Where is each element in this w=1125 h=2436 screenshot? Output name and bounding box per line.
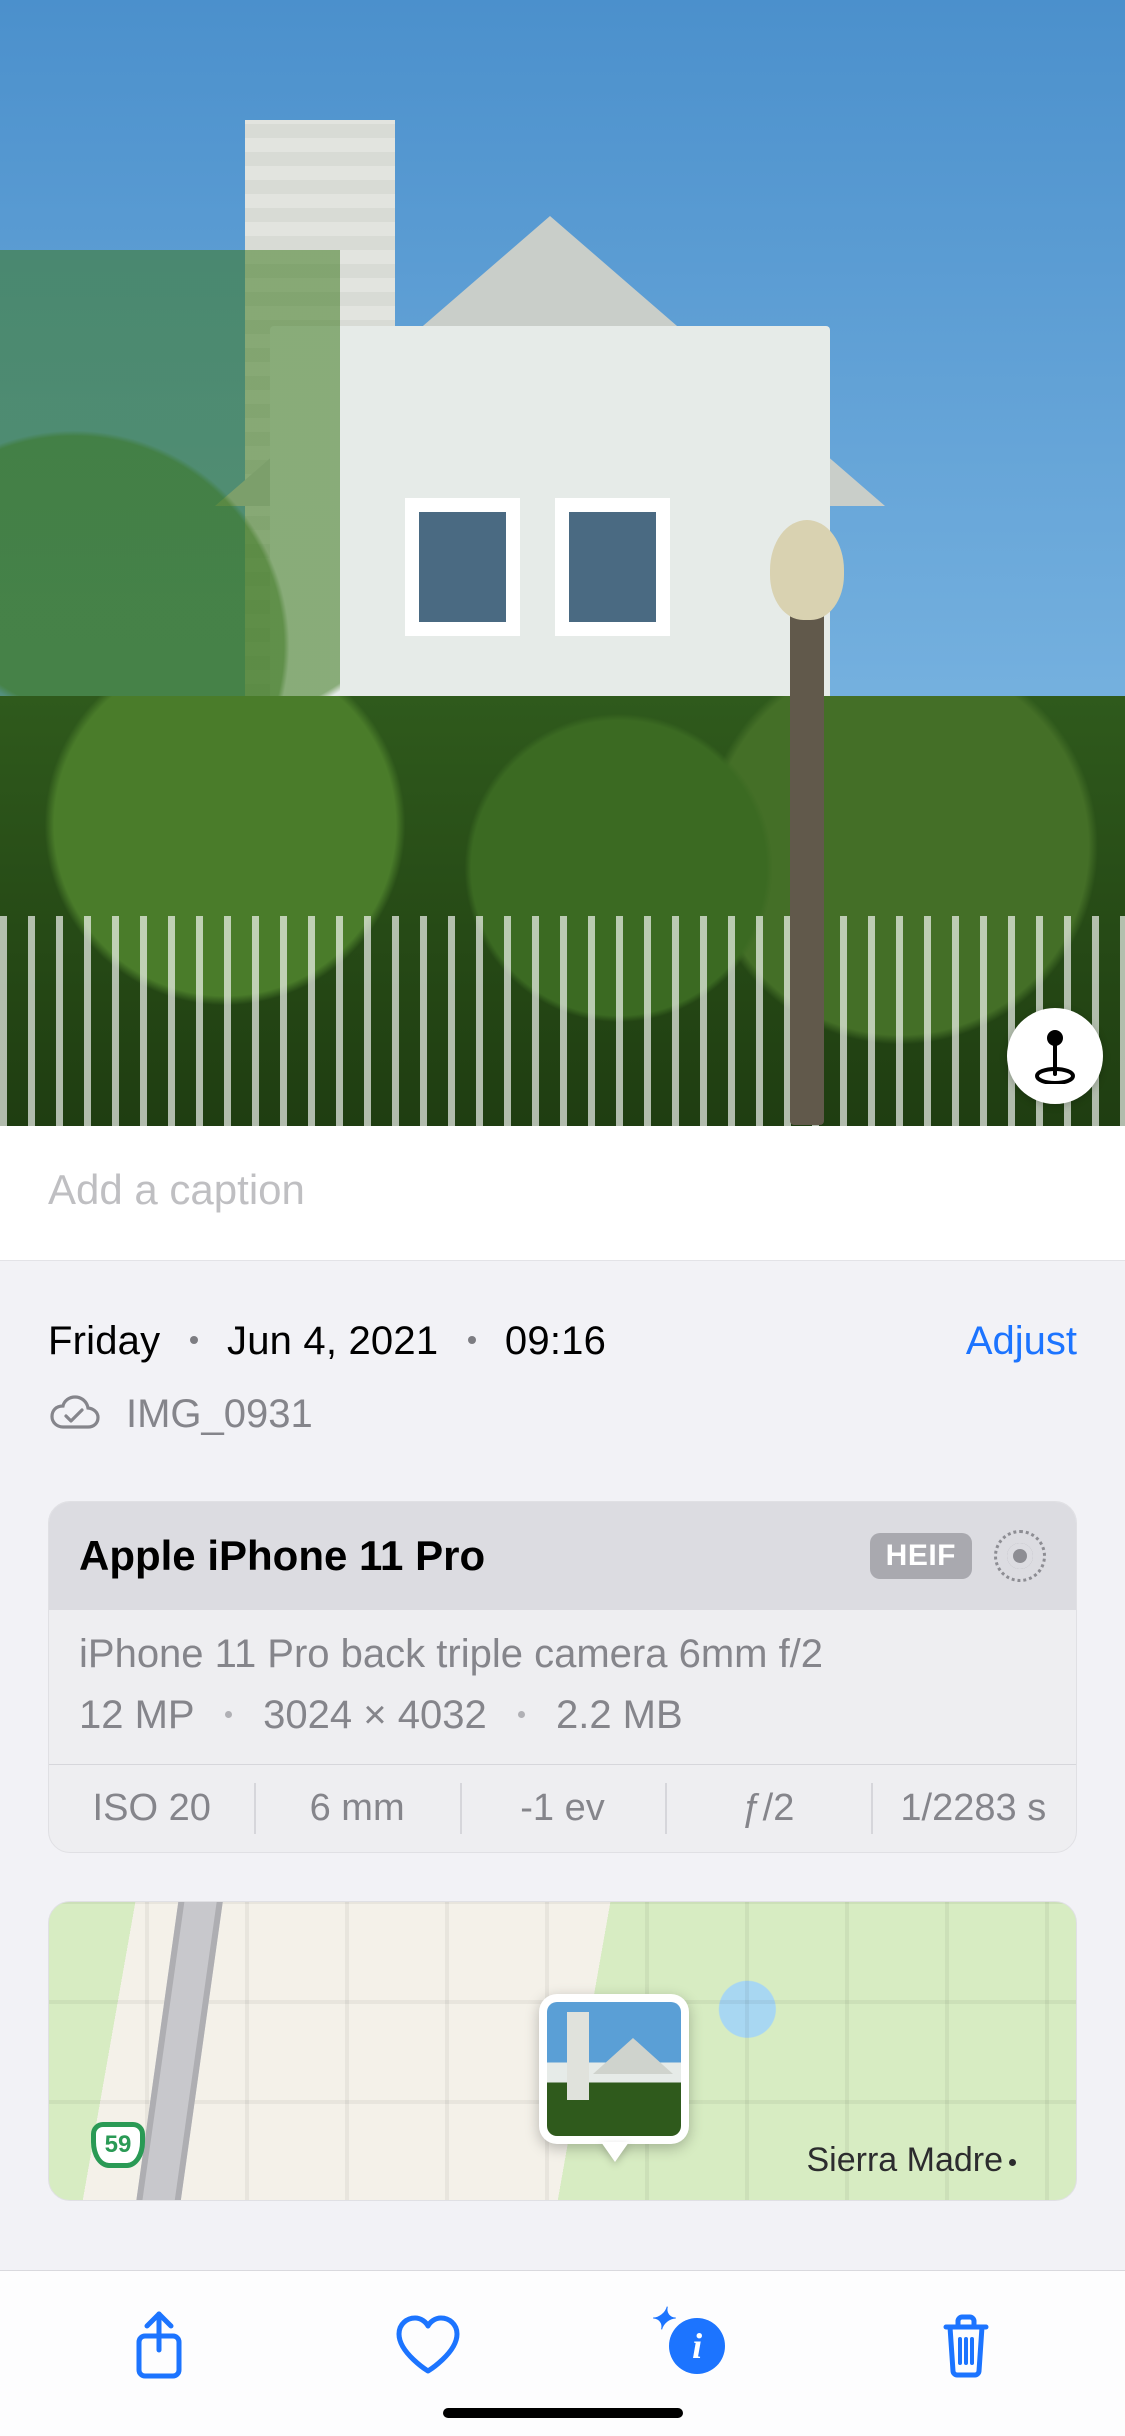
- iso-label: ISO 20: [49, 1765, 254, 1852]
- caption-row: [0, 1126, 1125, 1260]
- lens-icon: [994, 1530, 1046, 1582]
- time-label: 09:16: [505, 1319, 606, 1363]
- photo-preview[interactable]: [0, 0, 1125, 1126]
- info-panel[interactable]: Friday Jun 4, 2021 09:16 Adjust IMG_0931…: [0, 1260, 1125, 2270]
- image-stats: 12 MP 3024 × 4032 2.2 MB: [79, 1693, 1046, 1738]
- date-label: Jun 4, 2021: [227, 1319, 438, 1363]
- photo-window: [405, 498, 520, 636]
- location-map[interactable]: 59 Sierra Madre: [48, 1901, 1077, 2201]
- focal-length-label: 6 mm: [254, 1765, 459, 1852]
- filesize-label: 2.2 MB: [556, 1693, 683, 1737]
- file-name-label: IMG_0931: [126, 1392, 313, 1437]
- map-photo-pin[interactable]: [539, 1994, 689, 2144]
- aperture-label: ƒ/2: [665, 1765, 870, 1852]
- camera-metadata-card: Apple iPhone 11 Pro HEIF iPhone 11 Pro b…: [48, 1501, 1077, 1853]
- separator-dot: [518, 1711, 525, 1718]
- map-place-label: Sierra Madre: [806, 2141, 1016, 2180]
- adjust-button[interactable]: Adjust: [966, 1319, 1077, 1364]
- exposure-bias-label: -1 ev: [460, 1765, 665, 1852]
- map-pin-thumbnail: [547, 2002, 681, 2136]
- datetime-text: Friday Jun 4, 2021 09:16: [48, 1319, 606, 1364]
- photo-window: [555, 498, 670, 636]
- shutter-label: 1/2283 s: [871, 1765, 1076, 1852]
- cloud-check-icon: [48, 1395, 102, 1435]
- info-icon: ✦ i: [669, 2318, 725, 2374]
- weekday-label: Friday: [48, 1319, 160, 1363]
- map-pin-tip: [601, 2142, 629, 2162]
- geo-pin-icon: [1030, 1028, 1080, 1084]
- caption-input[interactable]: [48, 1166, 1077, 1214]
- geolocation-button[interactable]: [1007, 1008, 1103, 1104]
- megapixels-label: 12 MP: [79, 1693, 194, 1737]
- dimensions-label: 3024 × 4032: [263, 1693, 487, 1737]
- datetime-row: Friday Jun 4, 2021 09:16 Adjust: [48, 1261, 1077, 1364]
- info-button[interactable]: ✦ i: [637, 2301, 757, 2391]
- share-button[interactable]: [99, 2301, 219, 2391]
- separator-dot: [468, 1336, 476, 1344]
- share-icon: [131, 2310, 187, 2382]
- trash-icon: [938, 2313, 994, 2379]
- separator-dot: [190, 1336, 198, 1344]
- camera-body: iPhone 11 Pro back triple camera 6mm f/2…: [49, 1610, 1076, 1764]
- device-label: Apple iPhone 11 Pro: [79, 1532, 485, 1580]
- photo-fence: [0, 916, 1125, 1126]
- lens-label: iPhone 11 Pro back triple camera 6mm f/2: [79, 1632, 1046, 1677]
- route-shield: 59: [91, 2122, 145, 2168]
- separator-dot: [225, 1711, 232, 1718]
- file-row: IMG_0931: [48, 1392, 1077, 1437]
- camera-header: Apple iPhone 11 Pro HEIF: [49, 1502, 1076, 1610]
- exif-strip: ISO 20 6 mm -1 ev ƒ/2 1/2283 s: [49, 1764, 1076, 1852]
- heart-icon: [393, 2315, 463, 2377]
- photo-lamp-head: [770, 520, 844, 620]
- sparkle-icon: ✦: [649, 2302, 674, 2337]
- format-badge: HEIF: [870, 1533, 972, 1579]
- home-indicator[interactable]: [443, 2408, 683, 2418]
- photo-lamp-post: [790, 545, 824, 1125]
- delete-button[interactable]: [906, 2301, 1026, 2391]
- favorite-button[interactable]: [368, 2301, 488, 2391]
